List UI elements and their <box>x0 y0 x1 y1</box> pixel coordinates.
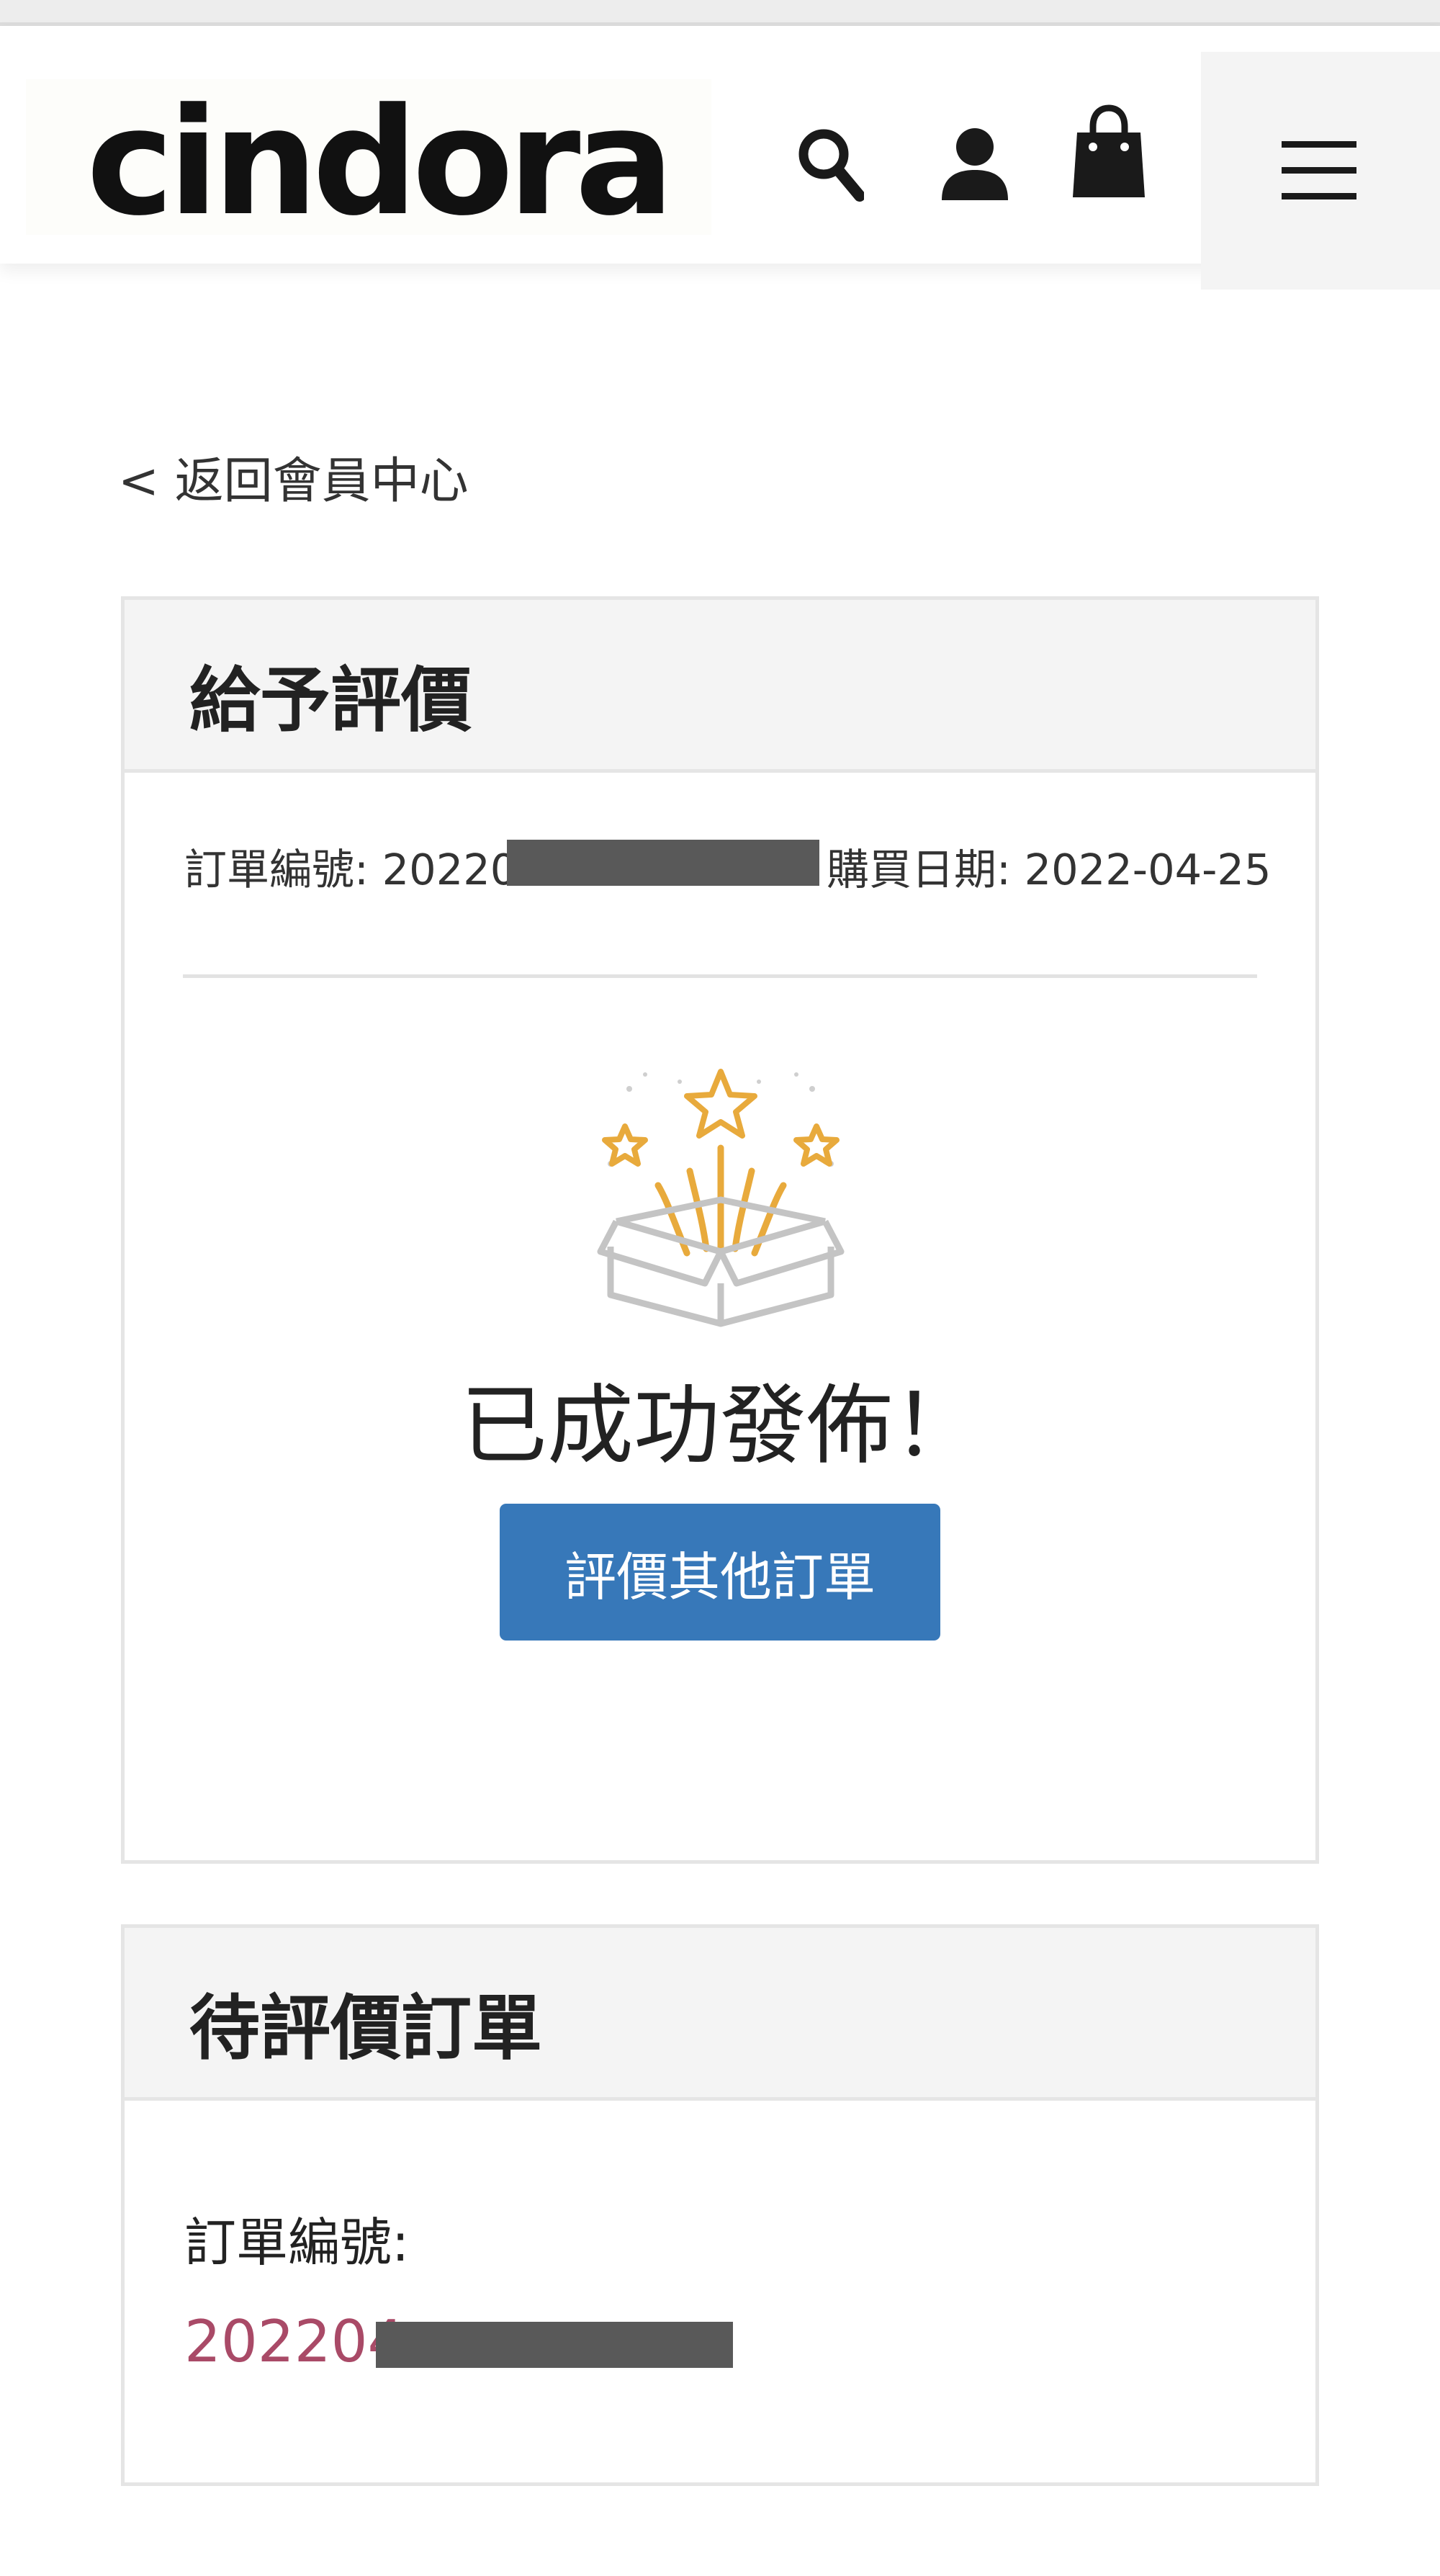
review-other-orders-button[interactable]: 評價其他訂單 <box>500 1504 940 1641</box>
brand-logo[interactable]: cindora <box>86 89 675 237</box>
redacted-order-number <box>507 840 819 886</box>
purchase-date: 購買日期: 2022-04-25 <box>827 845 1272 894</box>
success-message: 已成功發佈！ <box>461 1376 979 1476</box>
back-to-member-center-link[interactable]: < 返回會員中心 <box>118 441 469 512</box>
review-card-header: 給予評價 <box>125 600 1315 773</box>
pending-card-header: 待評價訂單 <box>125 1928 1315 2101</box>
shopping-bag-icon[interactable] <box>1071 104 1146 205</box>
pending-order-link[interactable]: 202204 <box>184 2308 404 2375</box>
top-divider <box>0 0 1440 26</box>
site-header: cindora <box>0 26 1440 290</box>
pending-card-title: 待評價訂單 <box>189 1988 543 2070</box>
hamburger-menu-icon[interactable] <box>1282 140 1356 203</box>
search-icon[interactable] <box>796 127 865 205</box>
user-icon[interactable] <box>939 127 1011 205</box>
redacted-pending-order-number <box>376 2322 733 2368</box>
order-number-label: 訂單編號: 20220 <box>184 845 518 894</box>
gift-box-stars-icon <box>595 1063 847 1332</box>
review-card-title: 給予評價 <box>189 660 472 742</box>
menu-panel <box>1201 52 1440 290</box>
pending-order-number-label: 訂單編號: <box>184 2212 410 2273</box>
card-divider <box>183 974 1257 978</box>
